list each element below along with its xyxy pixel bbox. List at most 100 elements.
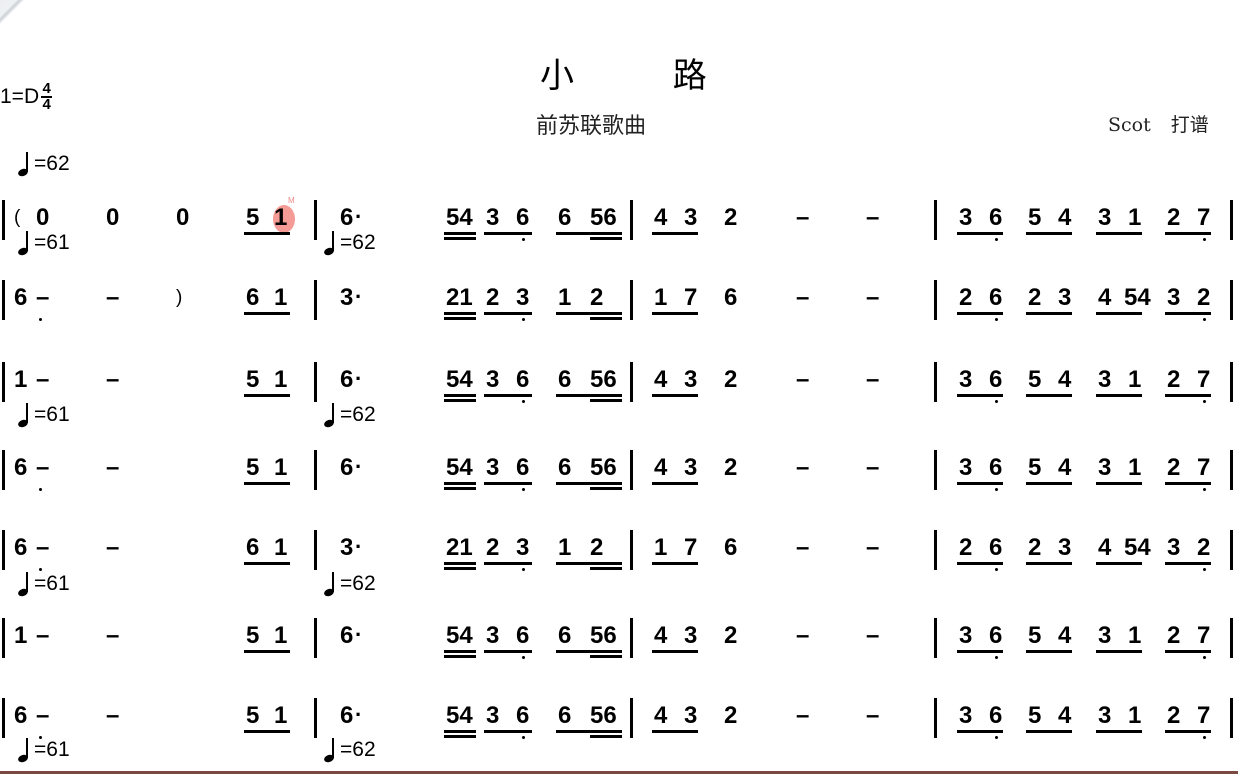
note[interactable]: 6	[340, 454, 353, 482]
note[interactable]: 6	[989, 284, 1002, 312]
note[interactable]: 1	[1128, 702, 1141, 730]
note[interactable]: 4	[654, 366, 667, 394]
note[interactable]: 2	[1167, 622, 1180, 650]
note[interactable]: 54	[446, 366, 473, 394]
note[interactable]: 2	[1197, 534, 1210, 562]
note[interactable]: –	[36, 622, 49, 650]
note[interactable]: –	[866, 454, 879, 482]
note[interactable]: 6	[558, 204, 571, 232]
note[interactable]: –	[106, 366, 119, 394]
note[interactable]: 5	[246, 454, 259, 482]
note[interactable]: 3	[1098, 204, 1111, 232]
note[interactable]: 6	[14, 284, 27, 312]
note[interactable]: 6	[516, 366, 529, 394]
note[interactable]: 3	[486, 366, 499, 394]
note[interactable]: 7	[1197, 204, 1210, 232]
note[interactable]: 1	[274, 622, 287, 650]
note[interactable]: 6	[989, 204, 1002, 232]
note[interactable]: 56	[590, 622, 617, 650]
note[interactable]: –	[866, 284, 879, 312]
note[interactable]: 2	[590, 284, 603, 312]
note[interactable]: 2	[724, 366, 737, 394]
note[interactable]: –	[796, 702, 809, 730]
note[interactable]: 2	[486, 534, 499, 562]
note[interactable]: 5	[246, 702, 259, 730]
note[interactable]: 7	[1197, 366, 1210, 394]
note[interactable]: 4	[654, 702, 667, 730]
note[interactable]: 4	[654, 622, 667, 650]
note[interactable]: 2	[590, 534, 603, 562]
note[interactable]: 3	[1167, 284, 1180, 312]
note[interactable]: 4	[654, 454, 667, 482]
note[interactable]: 3	[340, 534, 353, 562]
note[interactable]: –	[36, 284, 49, 312]
note[interactable]: 2	[724, 622, 737, 650]
note[interactable]: 3	[959, 454, 972, 482]
note[interactable]: 6	[724, 534, 737, 562]
note[interactable]: –	[36, 702, 49, 730]
note[interactable]: 6	[14, 454, 27, 482]
note[interactable]: 2	[724, 702, 737, 730]
note[interactable]: –	[866, 534, 879, 562]
note[interactable]: 6	[558, 454, 571, 482]
note[interactable]: )	[176, 284, 182, 312]
note[interactable]: 1	[1128, 622, 1141, 650]
note[interactable]: 2	[486, 284, 499, 312]
note[interactable]: 3	[684, 454, 697, 482]
note[interactable]: –	[796, 366, 809, 394]
note[interactable]: 3	[340, 284, 353, 312]
note[interactable]: 3	[684, 204, 697, 232]
note[interactable]: 7	[1197, 702, 1210, 730]
note[interactable]: 5	[246, 366, 259, 394]
note[interactable]: 6	[246, 284, 259, 312]
note[interactable]: 7	[684, 534, 697, 562]
note[interactable]: 4	[1058, 702, 1071, 730]
note[interactable]: 2	[1028, 284, 1041, 312]
note[interactable]: 3	[1098, 366, 1111, 394]
note[interactable]: –	[36, 366, 49, 394]
note[interactable]: –	[106, 284, 119, 312]
note[interactable]: 3	[486, 454, 499, 482]
note[interactable]: 1	[274, 454, 287, 482]
note[interactable]: 2	[724, 454, 737, 482]
note[interactable]: 3	[1058, 534, 1071, 562]
note[interactable]: 2	[1167, 702, 1180, 730]
note[interactable]: 3	[684, 702, 697, 730]
note[interactable]: 1	[1128, 454, 1141, 482]
note[interactable]: –	[796, 284, 809, 312]
note[interactable]: 0	[176, 204, 189, 232]
note[interactable]: 5	[1028, 366, 1041, 394]
note[interactable]: 6	[516, 204, 529, 232]
note[interactable]: 6	[340, 702, 353, 730]
note[interactable]: 1	[654, 284, 667, 312]
note[interactable]: 6	[558, 622, 571, 650]
note[interactable]: (	[14, 204, 20, 232]
note[interactable]: 3	[1098, 702, 1111, 730]
note[interactable]: 54	[446, 702, 473, 730]
note[interactable]: 5	[1028, 204, 1041, 232]
note[interactable]: 1	[14, 622, 27, 650]
note[interactable]: 6	[516, 454, 529, 482]
note[interactable]: 1	[558, 534, 571, 562]
note[interactable]: 21	[446, 534, 473, 562]
note[interactable]: 54	[446, 204, 473, 232]
note[interactable]: 4	[654, 204, 667, 232]
note[interactable]: 56	[590, 454, 617, 482]
note[interactable]: 56	[590, 204, 617, 232]
note[interactable]: –	[796, 534, 809, 562]
note[interactable]: 21	[446, 284, 473, 312]
note[interactable]: –	[106, 702, 119, 730]
note[interactable]: 1	[274, 534, 287, 562]
note[interactable]: 3	[959, 204, 972, 232]
note[interactable]: 3	[959, 622, 972, 650]
note[interactable]: 5	[1028, 702, 1041, 730]
note[interactable]: 3	[1098, 622, 1111, 650]
note[interactable]: 3	[959, 366, 972, 394]
note[interactable]: 0	[36, 204, 49, 232]
note[interactable]: –	[796, 454, 809, 482]
note[interactable]: 6	[989, 534, 1002, 562]
note[interactable]: 54	[446, 622, 473, 650]
note[interactable]: 56	[590, 366, 617, 394]
note[interactable]: 3	[1058, 284, 1071, 312]
note[interactable]: –	[866, 366, 879, 394]
